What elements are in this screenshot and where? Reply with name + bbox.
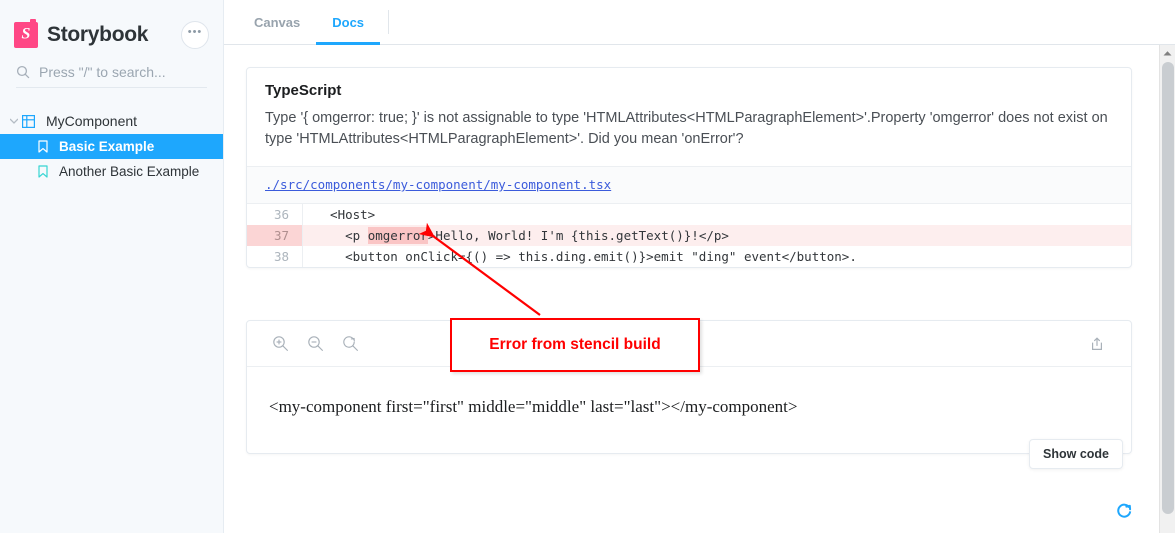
code-line-text: <p omgerror>Hello, World! I'm {this.getT… xyxy=(303,225,729,246)
line-number: 38 xyxy=(247,246,303,268)
search-input[interactable]: Press "/" to search... xyxy=(16,64,207,88)
error-message: Type '{ omgerror: true; }' is not assign… xyxy=(265,110,1108,148)
tab-label: Docs xyxy=(332,14,365,30)
sidebar-menu-button[interactable]: ••• xyxy=(181,21,209,49)
search-icon xyxy=(16,65,30,79)
docs-content: TypeScript Type '{ omgerror: true; }' is… xyxy=(224,45,1175,533)
vertical-scrollbar[interactable] xyxy=(1159,45,1175,533)
open-external-icon[interactable] xyxy=(1082,329,1112,359)
storybook-app: Storybook ••• Press "/" to search... xyxy=(0,0,1175,533)
code-segment: >Hello, World! I'm {this.getText()}!</p> xyxy=(427,228,729,244)
tab-bar: Canvas Docs xyxy=(224,0,1175,45)
bookmark-icon xyxy=(38,165,51,178)
tab-label: Canvas xyxy=(254,14,301,30)
code-line-error: 37 <p omgerror>Hello, World! I'm {this.g… xyxy=(247,225,1131,247)
error-title: TypeScript xyxy=(265,82,342,99)
zoom-reset-icon[interactable] xyxy=(335,329,365,359)
preview-toolbar xyxy=(247,321,1131,368)
loading-spinner xyxy=(1115,502,1133,525)
line-number: 36 xyxy=(247,204,303,226)
error-token: omgerror xyxy=(367,227,428,245)
error-file-row: ./src/components/my-component/my-compone… xyxy=(247,166,1131,204)
zoom-out-icon[interactable] xyxy=(300,329,330,359)
code-segment: <button onClick={() => this.ding.emit()}… xyxy=(315,249,857,265)
bookmark-icon xyxy=(38,140,51,153)
preview-stage: <my-component first="first" middle="midd… xyxy=(247,367,1131,453)
sidebar-item-another-basic-example[interactable]: Another Basic Example xyxy=(0,159,223,184)
error-code-block: 36 <Host> 37 <p omgerror>Hello, World! I… xyxy=(247,203,1131,268)
line-number: 37 xyxy=(247,225,303,247)
tab-divider xyxy=(388,10,390,34)
error-header: TypeScript Type '{ omgerror: true; }' is… xyxy=(247,68,1131,166)
code-line: 36 <Host> xyxy=(247,204,1131,226)
story-preview-panel: <my-component first="first" middle="midd… xyxy=(246,320,1132,470)
sidebar-header: Storybook ••• xyxy=(0,0,223,56)
tree-item-label: MyComponent xyxy=(46,113,138,129)
rendered-component-markup: <my-component first="first" middle="midd… xyxy=(269,397,798,417)
code-line-text: <Host> xyxy=(303,204,375,225)
code-line: 38 <button onClick={() => this.ding.emit… xyxy=(247,246,1131,268)
chevron-down-icon[interactable] xyxy=(8,118,20,124)
code-segment: <p xyxy=(315,228,368,244)
zoom-in-icon[interactable] xyxy=(265,329,295,359)
show-code-label: Show code xyxy=(1043,447,1109,462)
storybook-logo-icon xyxy=(14,19,38,48)
show-code-button[interactable]: Show code xyxy=(1029,439,1123,470)
code-line-text: <button onClick={() => this.ding.emit()}… xyxy=(303,246,857,267)
scrollbar-thumb[interactable] xyxy=(1162,62,1174,514)
sidebar-item-label: Another Basic Example xyxy=(59,164,200,179)
typescript-error-panel: TypeScript Type '{ omgerror: true; }' is… xyxy=(246,67,1132,269)
tree-item-mycomponent[interactable]: MyComponent xyxy=(0,108,223,134)
code-segment: <Host> xyxy=(315,207,376,223)
main-panel: Canvas Docs TypeScript Type '{ omgerror:… xyxy=(224,0,1175,533)
brand-title: Storybook xyxy=(47,23,149,46)
scroll-up-arrow-icon[interactable] xyxy=(1160,45,1175,61)
sidebar-item-basic-example[interactable]: Basic Example xyxy=(0,134,223,159)
story-tree: MyComponent Basic Example Another Basic … xyxy=(0,108,223,184)
sidebar: Storybook ••• Press "/" to search... xyxy=(0,0,224,533)
sidebar-item-label: Basic Example xyxy=(59,139,155,154)
loading-refresh-icon xyxy=(1117,503,1132,518)
ellipsis-icon: ••• xyxy=(187,26,203,38)
error-file-link[interactable]: ./src/components/my-component/my-compone… xyxy=(265,177,611,192)
search-placeholder: Press "/" to search... xyxy=(39,64,166,80)
component-grid-icon xyxy=(22,114,38,128)
tab-canvas[interactable]: Canvas xyxy=(238,0,316,44)
tab-docs[interactable]: Docs xyxy=(316,0,380,45)
